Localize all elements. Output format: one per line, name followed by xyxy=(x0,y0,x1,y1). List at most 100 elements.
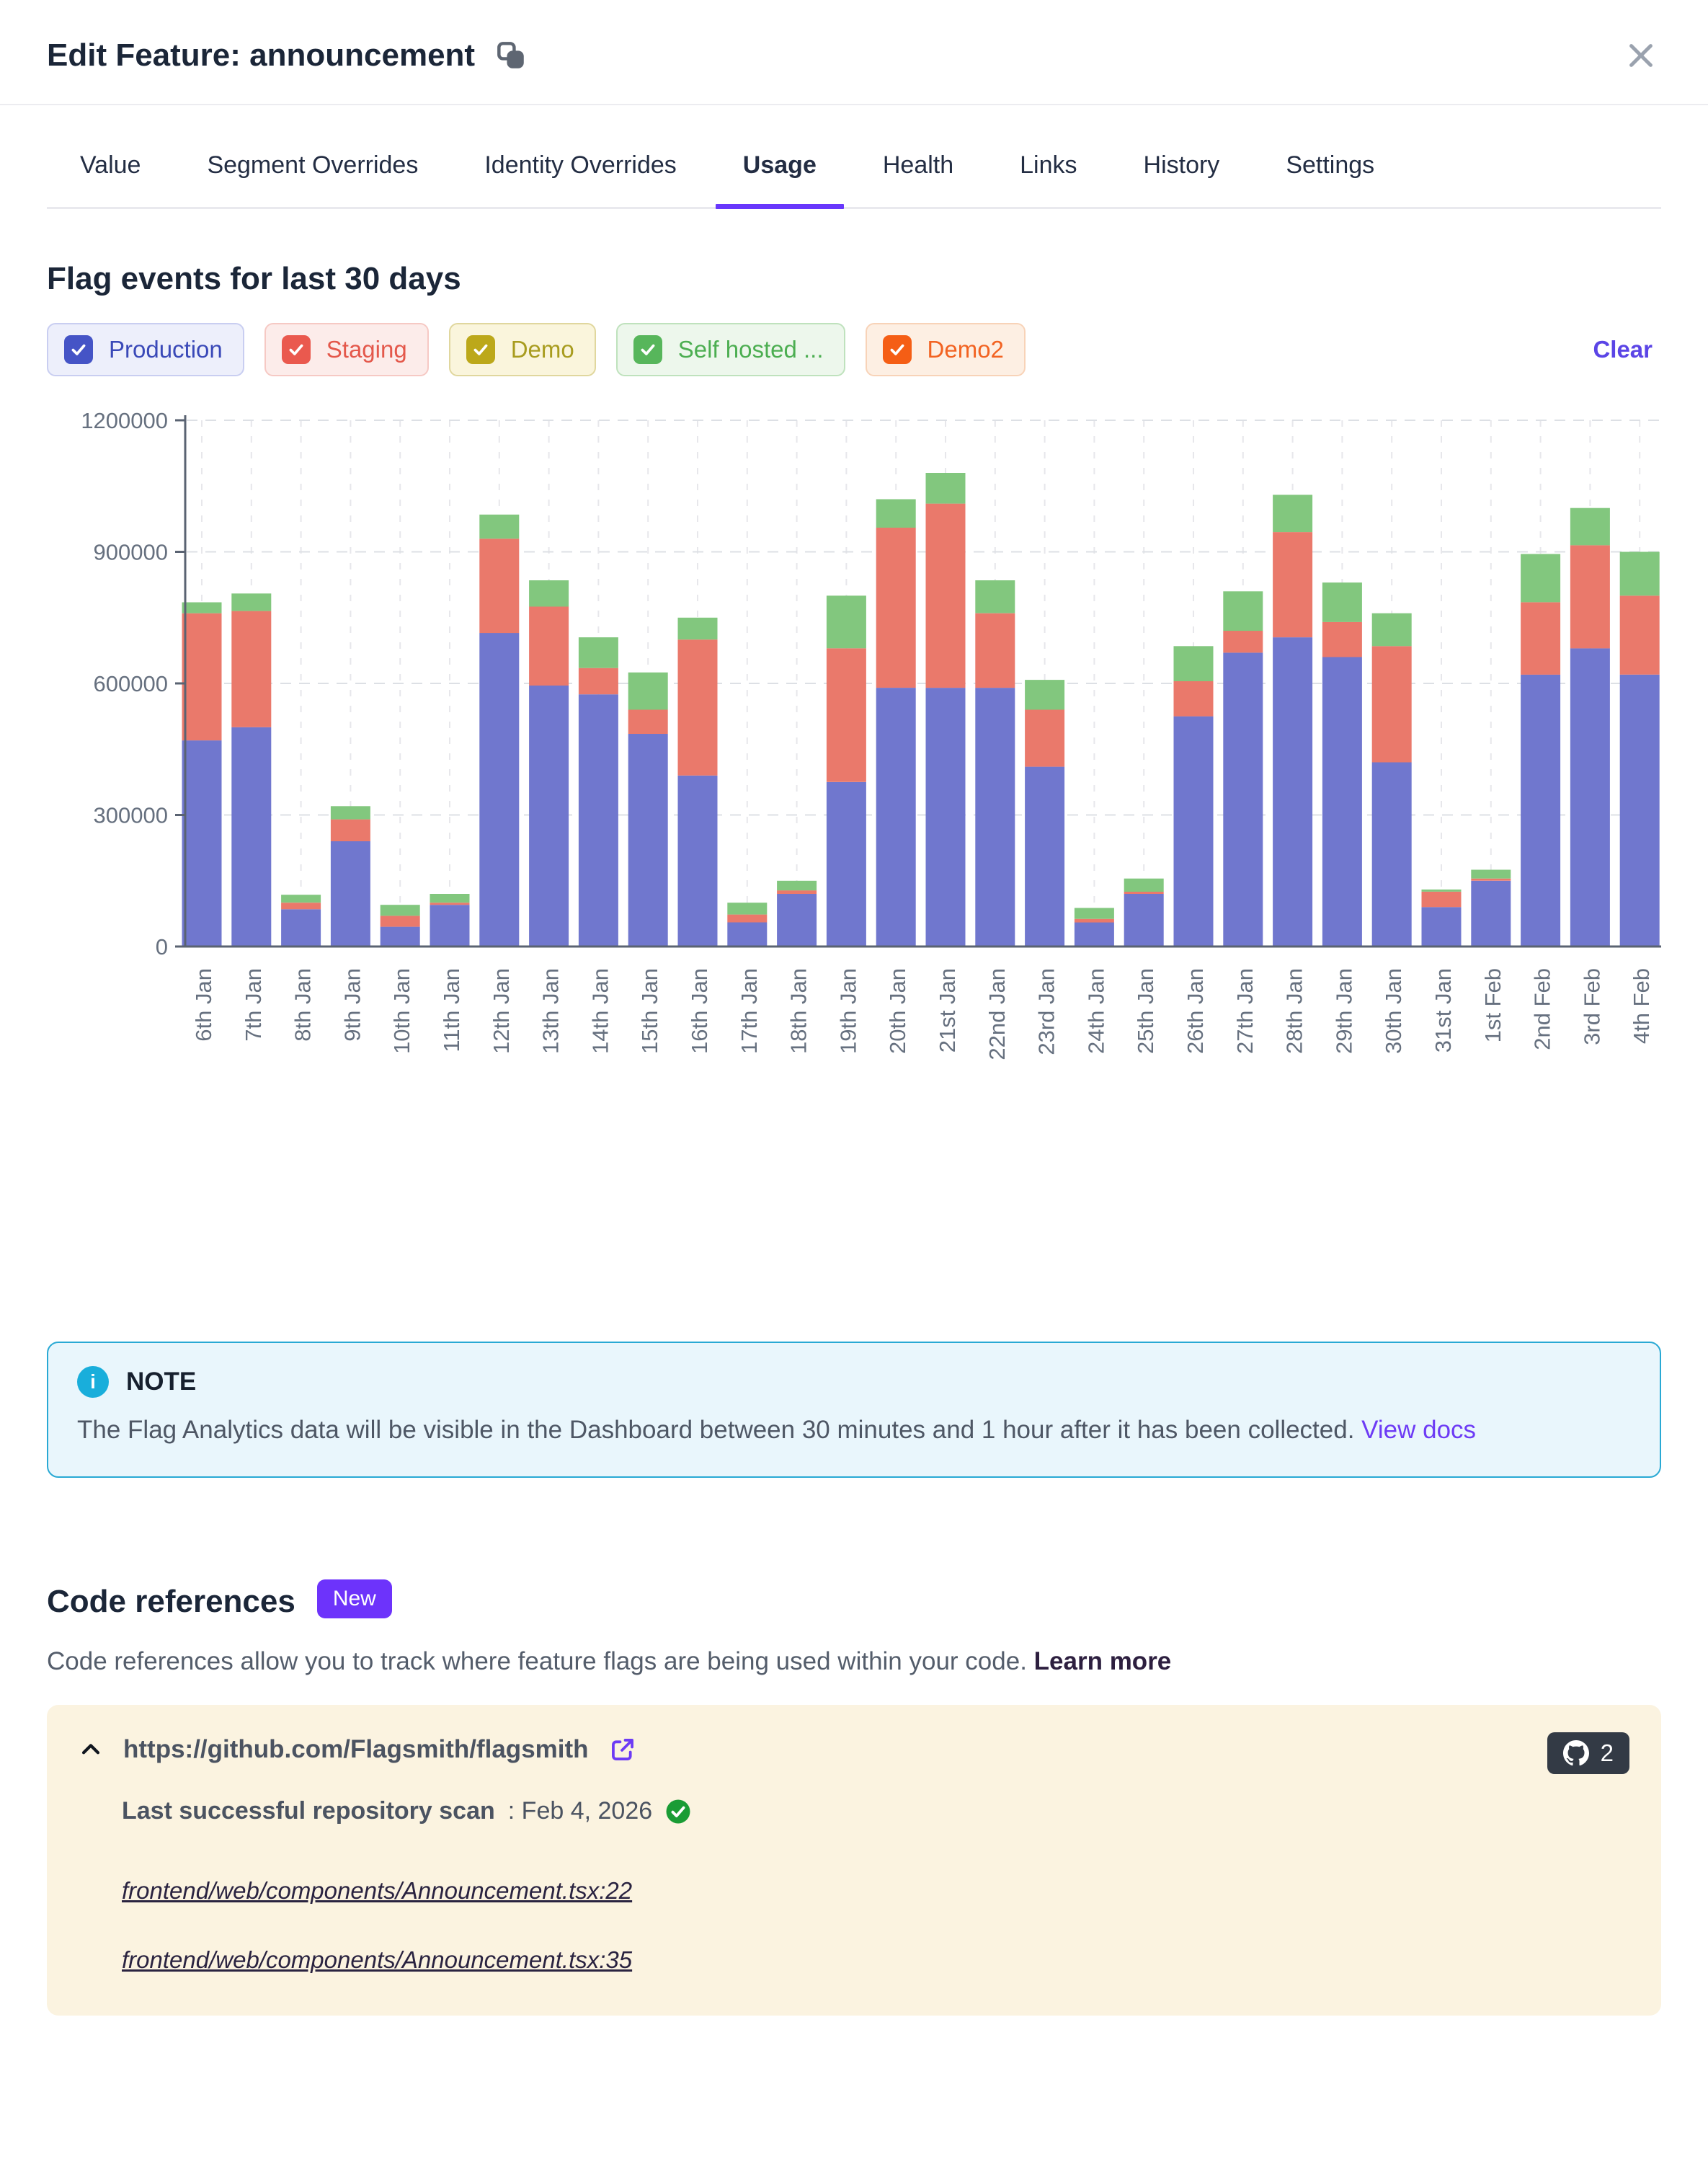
bar-segment xyxy=(827,648,866,782)
checkbox-checked-icon xyxy=(883,335,912,364)
bar-segment xyxy=(1273,637,1312,947)
bar-segment xyxy=(1620,675,1660,947)
bar-segment xyxy=(381,916,420,926)
bar-segment xyxy=(331,806,370,819)
bar-segment xyxy=(182,603,222,613)
bar-segment xyxy=(331,841,370,947)
tab-settings[interactable]: Settings xyxy=(1253,151,1407,207)
bar-segment xyxy=(1174,717,1214,947)
svg-text:18th Jan: 18th Jan xyxy=(786,968,811,1054)
external-link-icon[interactable] xyxy=(609,1736,636,1763)
bar-segment xyxy=(975,613,1015,688)
svg-text:600000: 600000 xyxy=(94,671,168,696)
bar-segment xyxy=(529,686,569,947)
note-box: i NOTE The Flag Analytics data will be v… xyxy=(47,1342,1661,1478)
clear-filters-link[interactable]: Clear xyxy=(1593,336,1653,363)
bar-segment xyxy=(876,500,916,528)
note-text: The Flag Analytics data will be visible … xyxy=(77,1416,1361,1444)
github-reference-count-badge[interactable]: 2 xyxy=(1547,1732,1629,1774)
reference-count: 2 xyxy=(1601,1739,1614,1767)
file-reference-link[interactable]: frontend/web/components/Announcement.tsx… xyxy=(122,1877,632,1904)
bar-segment xyxy=(479,515,519,539)
page-title: Edit Feature: announcement xyxy=(47,37,475,74)
bar-segment xyxy=(529,580,569,607)
github-icon xyxy=(1563,1740,1589,1766)
bar-segment xyxy=(430,894,470,903)
usage-heading: Flag events for last 30 days xyxy=(47,261,1661,297)
tab-segment-overrides[interactable]: Segment Overrides xyxy=(174,151,451,207)
close-icon[interactable] xyxy=(1624,39,1658,72)
tab-health[interactable]: Health xyxy=(850,151,987,207)
scan-date: : Feb 4, 2026 xyxy=(508,1797,652,1825)
bar-segment xyxy=(430,905,470,947)
bar-segment xyxy=(1273,495,1312,532)
svg-text:16th Jan: 16th Jan xyxy=(687,968,712,1054)
view-docs-link[interactable]: View docs xyxy=(1361,1416,1476,1444)
svg-text:20th Jan: 20th Jan xyxy=(885,968,910,1054)
svg-text:900000: 900000 xyxy=(94,540,168,565)
repo-url[interactable]: https://github.com/Flagsmith/flagsmith xyxy=(123,1735,589,1764)
env-filter-label: Demo xyxy=(511,336,574,363)
bar-segment xyxy=(579,668,618,695)
svg-text:22nd Jan: 22nd Jan xyxy=(984,968,1010,1060)
svg-text:31st Jan: 31st Jan xyxy=(1431,968,1456,1052)
env-filter-label: Staging xyxy=(326,336,407,363)
env-filter-demo[interactable]: Demo xyxy=(449,323,596,376)
svg-text:6th Jan: 6th Jan xyxy=(191,968,216,1042)
file-reference-link[interactable]: frontend/web/components/Announcement.tsx… xyxy=(122,1946,632,1973)
bar-segment xyxy=(975,580,1015,613)
bar-segment xyxy=(1521,675,1560,947)
bar-segment xyxy=(1174,646,1214,681)
file-reference-list: frontend/web/components/Announcement.tsx… xyxy=(79,1877,1629,1974)
bar-segment xyxy=(727,923,767,947)
tab-usage[interactable]: Usage xyxy=(710,151,850,207)
bar-segment xyxy=(1570,545,1610,648)
bar-segment xyxy=(1471,881,1511,947)
bar-segment xyxy=(1322,622,1362,657)
tab-value[interactable]: Value xyxy=(47,151,174,207)
bar-segment xyxy=(1471,870,1511,879)
learn-more-link[interactable]: Learn more xyxy=(1034,1647,1172,1675)
env-filter-demo2[interactable]: Demo2 xyxy=(866,323,1026,376)
bar-segment xyxy=(628,734,668,947)
note-title: NOTE xyxy=(126,1368,196,1396)
bar-segment xyxy=(281,895,321,903)
tab-bar: ValueSegment OverridesIdentity Overrides… xyxy=(47,105,1661,209)
bar-segment xyxy=(1124,892,1164,894)
tab-identity-overrides[interactable]: Identity Overrides xyxy=(451,151,709,207)
svg-text:2nd Feb: 2nd Feb xyxy=(1530,968,1555,1050)
bar-segment xyxy=(1570,648,1610,947)
svg-text:12th Jan: 12th Jan xyxy=(489,968,514,1054)
svg-text:1200000: 1200000 xyxy=(81,408,168,433)
svg-text:29th Jan: 29th Jan xyxy=(1331,968,1356,1054)
env-filter-self-hosted[interactable]: Self hosted ... xyxy=(616,323,845,376)
bar-segment xyxy=(1124,894,1164,947)
bar-segment xyxy=(1620,552,1660,596)
tab-links[interactable]: Links xyxy=(987,151,1110,207)
chevron-up-icon[interactable] xyxy=(79,1737,103,1762)
svg-text:17th Jan: 17th Jan xyxy=(737,968,762,1054)
tab-history[interactable]: History xyxy=(1111,151,1253,207)
bar-segment xyxy=(1322,582,1362,622)
scan-label: Last successful repository scan xyxy=(122,1797,495,1825)
bar-segment xyxy=(777,881,817,890)
env-filter-label: Self hosted ... xyxy=(678,336,824,363)
bar-segment xyxy=(1422,907,1462,947)
y-tick-labels: 03000006000009000001200000 xyxy=(81,408,185,959)
bar-segment xyxy=(1422,890,1462,892)
bar-segment xyxy=(182,613,222,740)
svg-text:13th Jan: 13th Jan xyxy=(538,968,564,1054)
bar-segment xyxy=(381,927,420,947)
bar-segment xyxy=(479,633,519,947)
bar-segment xyxy=(628,710,668,735)
bar-segment xyxy=(430,903,470,905)
env-filter-staging[interactable]: Staging xyxy=(264,323,429,376)
bar-segment xyxy=(331,820,370,841)
bar-segment xyxy=(1075,908,1114,919)
env-filter-production[interactable]: Production xyxy=(47,323,244,376)
bar-segment xyxy=(1372,763,1412,947)
copy-icon[interactable] xyxy=(497,41,525,70)
checkbox-checked-icon xyxy=(466,335,495,364)
bar-segment xyxy=(876,688,916,947)
code-references-header: Code references New xyxy=(47,1582,1661,1621)
